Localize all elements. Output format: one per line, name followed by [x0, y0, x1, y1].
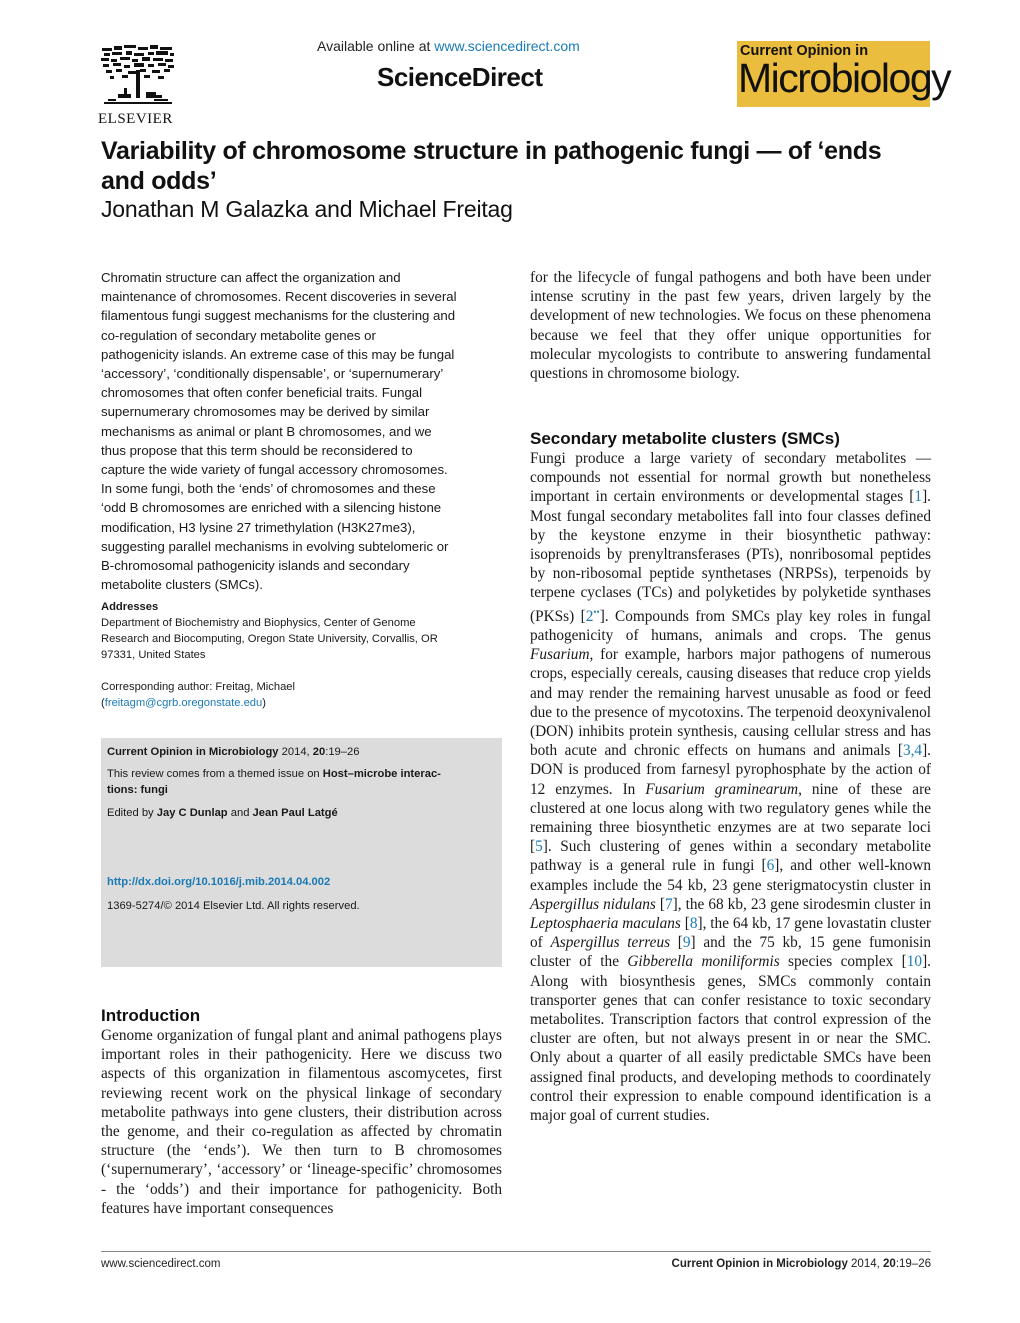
text-run: Fungi produce a large variety of seconda…	[530, 450, 931, 506]
footer-pages: :19–26	[895, 1258, 931, 1270]
abstract-line: pathogenicity islands. An extreme case o…	[101, 346, 455, 362]
text-run: . Most fungal secondary metabolites fall…	[530, 488, 931, 625]
copyright: 1369-5274/© 2014 Elsevier Ltd. All right…	[107, 900, 360, 912]
abstract-line: suggesting parallel mechanisms in evolvi…	[101, 538, 449, 554]
species-name: Aspergillus terreus	[550, 934, 671, 952]
species-name: Fusarium graminearum	[645, 780, 799, 798]
text-run: species complex [	[779, 953, 907, 971]
reference-link[interactable]: 3,4	[903, 742, 922, 759]
reference-link[interactable]: 9	[683, 934, 691, 951]
text-run: ], the 68 kb, 23 gene sirodesmin cluster…	[672, 895, 931, 913]
text-run: [	[655, 895, 665, 913]
address-line: Research and Biocomputing, Oregon State …	[101, 633, 438, 645]
abstract-line: mechanisms as animal or plant B chromoso…	[101, 423, 432, 439]
edited-prefix: Edited by	[107, 807, 157, 819]
journal-badge: Current Opinion in Microbiology	[737, 41, 952, 107]
abstract-line: ‘odd B chromosomes are enriched with a s…	[101, 500, 442, 516]
abstract-line: supernumerary chromosomes may be derived…	[101, 404, 430, 420]
abstract-line: Chromatin structure can affect the organ…	[101, 270, 401, 285]
reference-link[interactable]: 5	[535, 838, 543, 855]
editor-name: Jean Paul Latgé	[252, 807, 338, 819]
abstract-line: filamentous fungi suggest mechanisms for…	[101, 308, 456, 324]
available-online-label: Available online at	[317, 38, 435, 54]
theme-name: Host–microbe interac-	[322, 768, 441, 780]
themed-issue: This review comes from a themed issue on…	[107, 766, 497, 798]
abstract-line: maintenance of chromosomes. Recent disco…	[101, 289, 457, 305]
citation-line: Current Opinion in Microbiology 2014, 20…	[107, 744, 497, 760]
smc-text: Fungi produce a large variety of seconda…	[530, 449, 931, 1125]
abstract-line: chromosomes that often confer beneficial…	[101, 385, 423, 401]
elsevier-logo: ELSEVIER	[98, 42, 180, 128]
abstract-line: co-regulation of secondary metabolite ge…	[101, 327, 376, 343]
doi-link[interactable]: http://dx.doi.org/10.1016/j.mib.2014.04.…	[107, 876, 330, 888]
editor-name: Jay C Dunlap	[156, 807, 228, 819]
introduction-text-continued: for the lifecycle of fungal pathogens an…	[530, 269, 931, 383]
abstract-line: B-chromosomal pathogenicity islands and …	[101, 558, 410, 574]
abstract-line: thus propose that this term should be re…	[101, 442, 413, 458]
species-name: Leptosphaeria maculans	[530, 914, 681, 932]
smc-heading: Secondary metabolite clusters (SMCs)	[530, 429, 840, 448]
abstract-line: capture the wide variety of fungal acces…	[101, 462, 448, 478]
address-line: 97331, United States	[101, 649, 206, 661]
species-name: Fusarium	[530, 646, 590, 664]
abstract-line: modification, H3 lysine 27 trimethylatio…	[101, 519, 416, 535]
text-run: [	[680, 914, 690, 932]
text-run: , for example, harbors major pathogens o…	[530, 646, 931, 760]
reference-link[interactable]: 7	[665, 896, 673, 913]
citation-volume: 20	[312, 746, 326, 758]
text-run: [	[670, 934, 683, 952]
addresses-heading: Addresses	[101, 601, 159, 613]
footer-citation: Current Opinion in Microbiology 2014, 20…	[672, 1258, 931, 1270]
address-line: Department of Biochemistry and Biophysic…	[101, 617, 416, 629]
corresponding-author: Corresponding author: Freitag, Michael (…	[101, 679, 502, 711]
footer-website: www.sciencedirect.com	[101, 1258, 221, 1270]
footer-divider	[101, 1251, 931, 1252]
reference-link[interactable]: 8	[690, 915, 698, 932]
reference-link[interactable]: 1	[914, 488, 922, 505]
abstract-line: In some fungi, both the ‘ends’ of chromo…	[101, 481, 436, 497]
abstract: Chromatin structure can affect the organ…	[101, 268, 502, 594]
elsevier-tree-icon	[100, 44, 176, 104]
reference-link[interactable]: 2••	[586, 607, 600, 625]
species-name: Aspergillus nidulans	[530, 895, 656, 913]
edited-by: Edited by Jay C Dunlap and Jean Paul Lat…	[107, 805, 497, 821]
paren-close: )	[262, 697, 266, 709]
journal-badge-name: Microbiology	[738, 55, 952, 101]
sciencedirect-logo: ScienceDirect	[377, 62, 543, 92]
sciencedirect-link[interactable]: www.sciencedirect.com	[434, 38, 580, 54]
publisher-wordmark: ELSEVIER	[98, 111, 173, 127]
citation-pages: :19–26	[325, 746, 360, 758]
available-online: Available online at www.sciencedirect.co…	[317, 38, 580, 54]
reference-link[interactable]: 10	[907, 953, 922, 970]
introduction-heading: Introduction	[101, 1006, 201, 1025]
article-info-box: Current Opinion in Microbiology 2014, 20…	[101, 738, 502, 967]
addresses: Addresses Department of Biochemistry and…	[101, 599, 502, 663]
footer-journal: Current Opinion in Microbiology	[671, 1258, 848, 1270]
text-run: ]. Along with biosynthesis genes, SMCs c…	[530, 953, 931, 1124]
journal-name: Current Opinion in Microbiology	[107, 746, 279, 758]
introduction-text: Genome organization of fungal plant and …	[101, 1027, 502, 1217]
abstract-line: ‘accessory’, ‘conditionally dispensable’…	[101, 366, 444, 382]
theme-prefix: This review comes from a themed issue on	[107, 768, 323, 780]
citation-year: 2014,	[278, 746, 313, 758]
theme-name-cont: tions: fungi	[107, 784, 168, 796]
species-name: Gibberella moniliformis	[627, 953, 780, 971]
corresponding-author-label: Corresponding author: Freitag, Michael	[101, 681, 296, 693]
editors-and: and	[227, 807, 253, 819]
abstract-line: metabolite clusters (SMCs).	[101, 577, 263, 593]
author-email-link[interactable]: freitagm@cgrb.oregonstate.edu	[105, 697, 263, 709]
article-authors: Jonathan M Galazka and Michael Freitag	[101, 196, 513, 222]
footer-volume: 20	[883, 1258, 896, 1270]
article-title: Variability of chromosome structure in p…	[101, 137, 882, 195]
footer-year: 2014,	[847, 1258, 884, 1270]
